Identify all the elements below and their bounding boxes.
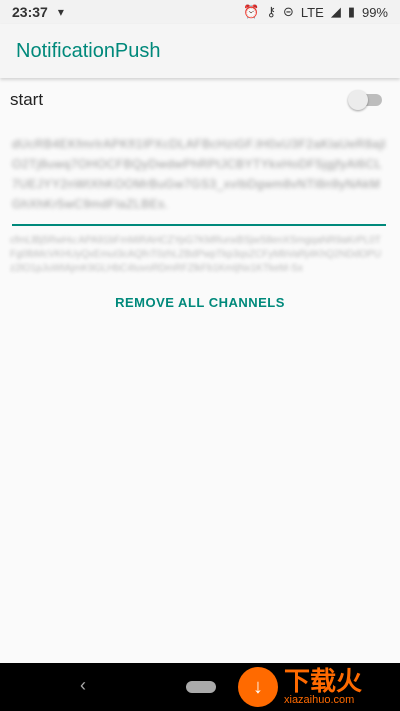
- signal-icon: ◢: [330, 4, 341, 19]
- watermark-text: 下载火 xiazaihuo.com: [284, 668, 362, 707]
- app-bar: NotificationPush: [0, 24, 400, 78]
- start-switch-row[interactable]: start: [0, 78, 400, 122]
- battery-percent: 99%: [361, 4, 388, 20]
- do-not-disturb-icon: ⊝: [283, 4, 294, 19]
- status-bar: 23:37 ▾ ⏰ ⚷ ⊝ LTE ◢ ▮ 99%: [0, 0, 400, 24]
- status-time: 23:37: [12, 4, 48, 20]
- notification-icon: ▾: [57, 5, 64, 19]
- home-icon[interactable]: [186, 681, 216, 693]
- main-content: start dUcRB4EKfmrlrAPKfl1lPXcDLAFBcHziGF…: [0, 78, 400, 311]
- info-text: cfmLlBj5RwHu:APA91bFmMiRAHCZYpG7KMRunxBS…: [10, 235, 382, 274]
- start-toggle[interactable]: [348, 90, 382, 110]
- remove-all-channels-button[interactable]: REMOVE ALL CHANNELS: [109, 294, 291, 311]
- status-icons: ⏰ ⚷ ⊝ LTE ◢ ▮ 99%: [243, 4, 388, 20]
- watermark-sub-text: xiazaihuo.com: [284, 693, 355, 706]
- watermark: ↓ 下载火 xiazaihuo.com: [238, 663, 400, 711]
- start-switch-label: start: [10, 90, 44, 109]
- app-title: NotificationPush: [16, 39, 161, 62]
- watermark-logo-icon: ↓: [238, 667, 278, 707]
- token-text: dUcRB4EKfmrlrAPKfl1lPXcDLAFBcHziGF.lH0xU…: [12, 137, 386, 211]
- vpn-key-icon: ⚷: [266, 4, 277, 19]
- token-input[interactable]: dUcRB4EKfmrlrAPKfl1lPXcDLAFBcHziGF.lH0xU…: [12, 130, 386, 226]
- back-icon[interactable]: ‹: [80, 675, 86, 696]
- toggle-thumb: [348, 90, 368, 110]
- alarm-icon: ⏰: [243, 4, 260, 19]
- network-type: LTE: [300, 4, 324, 20]
- watermark-main-text: 下载火: [284, 665, 363, 696]
- battery-icon: ▮: [347, 4, 355, 19]
